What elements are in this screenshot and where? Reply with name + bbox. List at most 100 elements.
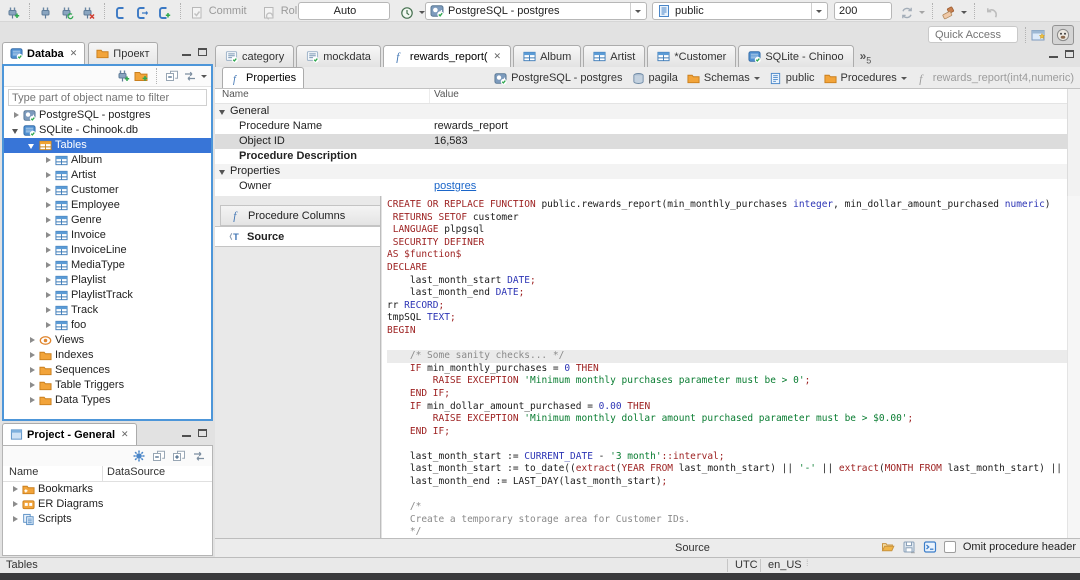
tree-item-table-triggers[interactable]: Table Triggers <box>4 378 211 393</box>
breadcrumb-postgresql-postgres[interactable]: PostgreSQL - postgres <box>494 72 623 85</box>
connection-combo[interactable]: PostgreSQL - postgres <box>425 2 647 20</box>
tree-item-foo[interactable]: foo <box>4 318 211 333</box>
tree-item-invoice[interactable]: Invoice <box>4 228 211 243</box>
twistie-icon[interactable] <box>44 291 53 300</box>
twistie-icon[interactable] <box>44 246 53 255</box>
brush-dropdown-arrow[interactable] <box>961 11 968 14</box>
twistie-icon[interactable] <box>28 381 37 390</box>
maximize-project-icon[interactable] <box>198 429 207 437</box>
reconnect-icon[interactable] <box>58 2 76 20</box>
tree-item-mediatype[interactable]: MediaType <box>4 258 211 273</box>
commit-icon[interactable] <box>188 2 206 20</box>
tree-item-postgresql-postgres[interactable]: PostgreSQL - postgres <box>4 108 211 123</box>
twistie-icon[interactable] <box>44 276 53 285</box>
tree-item-employee[interactable]: Employee <box>4 198 211 213</box>
sql-editor-icon[interactable] <box>112 2 130 20</box>
side-tab-procedure-columns[interactable]: f Procedure Columns <box>220 205 380 226</box>
status-timezone[interactable]: UTC <box>735 559 758 571</box>
breadcrumb-rewards-report-int4-numeric[interactable]: f rewards_report(int4,numeric) <box>916 72 1074 85</box>
gear-icon[interactable] <box>132 449 146 463</box>
twistie-icon[interactable] <box>11 515 20 524</box>
project-item-scripts[interactable]: Scripts <box>3 512 212 527</box>
breadcrumb-dropdown-arrow[interactable] <box>900 76 907 80</box>
schema-combo[interactable]: public <box>652 2 828 20</box>
perspective-editor-button[interactable] <box>1027 25 1049 45</box>
twistie-icon[interactable] <box>11 500 20 509</box>
twistie-icon[interactable] <box>44 201 53 210</box>
side-tab-source[interactable]: T Source <box>215 226 380 247</box>
close-database-tab-icon[interactable]: ✕ <box>70 48 78 59</box>
tree-item-album[interactable]: Album <box>4 153 211 168</box>
tree-item-playlisttrack[interactable]: PlaylistTrack <box>4 288 211 303</box>
twistie-icon[interactable] <box>28 336 37 345</box>
plug-icon[interactable] <box>37 2 55 20</box>
navigator-filter-input[interactable] <box>8 89 207 106</box>
save-to-file-icon[interactable] <box>902 540 916 554</box>
twistie-icon[interactable] <box>28 351 37 360</box>
breadcrumb-dropdown-arrow[interactable] <box>753 76 760 80</box>
sql-editor-new-icon[interactable] <box>155 2 173 20</box>
navigator-menu-arrow[interactable] <box>201 74 207 78</box>
grid-col-name[interactable]: Name <box>215 89 430 103</box>
twistie-icon[interactable] <box>219 167 228 176</box>
sync-icon[interactable] <box>898 2 916 20</box>
tree-item-playlist[interactable]: Playlist <box>4 273 211 288</box>
grid-scrollbar[interactable] <box>1067 89 1080 196</box>
minimize-project-icon[interactable] <box>182 429 191 437</box>
breadcrumb-schemas[interactable]: Schemas <box>687 72 760 85</box>
close-tab-icon[interactable]: ✕ <box>494 51 502 62</box>
tree-item-genre[interactable]: Genre <box>4 213 211 228</box>
tab-project-navigator[interactable]: Проект <box>88 42 158 64</box>
tree-item-sequences[interactable]: Sequences <box>4 363 211 378</box>
tree-item-data-types[interactable]: Data Types <box>4 393 211 408</box>
rollback-icon[interactable] <box>260 2 278 20</box>
editor-tab-mockdata[interactable]: mockdata <box>296 45 381 67</box>
twistie-icon[interactable] <box>44 261 53 270</box>
minimize-editor-icon[interactable] <box>1049 50 1058 58</box>
editor-tab-customer[interactable]: *Customer <box>647 45 737 67</box>
tree-item-tables[interactable]: Tables <box>4 138 211 153</box>
sql-editor-recent-icon[interactable] <box>133 2 151 20</box>
status-locale[interactable]: en_US <box>768 559 802 571</box>
twistie-icon[interactable] <box>44 216 53 225</box>
sync-dropdown-arrow[interactable] <box>919 11 926 14</box>
twistie-icon[interactable] <box>44 306 53 315</box>
tree-item-sqlite-chinook-db[interactable]: SQLite - Chinook.db <box>4 123 211 138</box>
twistie-icon[interactable] <box>28 141 37 150</box>
tab-properties[interactable]: f Properties <box>222 67 305 88</box>
project-link-icon[interactable] <box>192 449 206 463</box>
load-from-file-icon[interactable] <box>881 540 895 554</box>
breadcrumb-procedures[interactable]: Procedures <box>823 72 907 85</box>
editor-tab-rewards-report[interactable]: f rewards_report(✕ <box>382 45 512 67</box>
twistie-icon[interactable] <box>44 156 53 165</box>
tree-item-artist[interactable]: Artist <box>4 168 211 183</box>
tree-item-customer[interactable]: Customer <box>4 183 211 198</box>
tree-item-invoiceline[interactable]: InvoiceLine <box>4 243 211 258</box>
grid-row-properties[interactable]: Properties <box>215 164 1067 179</box>
perspective-dbeaver-button[interactable] <box>1052 25 1074 45</box>
editor-tab-artist[interactable]: Artist <box>583 45 646 67</box>
twistie-icon[interactable] <box>44 171 53 180</box>
commit-button[interactable]: Commit <box>209 5 247 17</box>
grid-row-procedure-description[interactable]: Procedure Description <box>215 149 1067 164</box>
maximize-editor-icon[interactable] <box>1065 50 1074 58</box>
owner-link[interactable]: postgres <box>434 180 476 192</box>
editor-tab-sqlite-chinoo[interactable]: SQLite - Chinoo <box>738 45 854 67</box>
open-console-icon[interactable] <box>923 540 937 554</box>
twistie-icon[interactable] <box>28 366 37 375</box>
grid-col-value[interactable]: Value <box>430 89 459 103</box>
source-viewer[interactable]: CREATE OR REPLACE FUNCTION public.reward… <box>382 196 1080 538</box>
twistie-icon[interactable] <box>28 396 37 405</box>
new-folder-icon[interactable] <box>134 69 148 83</box>
tree-item-indexes[interactable]: Indexes <box>4 348 211 363</box>
grid-row-object-id[interactable]: Object ID 16,583 <box>215 134 1067 149</box>
collapse-all-icon[interactable] <box>165 69 179 83</box>
grid-row-procedure-name[interactable]: Procedure Name rewards_report <box>215 119 1067 134</box>
fetch-size-input[interactable]: 200 <box>834 2 892 20</box>
omit-header-checkbox[interactable] <box>943 541 956 553</box>
grid-row-general[interactable]: General <box>215 104 1067 119</box>
new-connection-icon[interactable] <box>116 69 130 83</box>
project-col-datasource[interactable]: DataSource <box>103 466 165 481</box>
disconnect-icon[interactable] <box>79 2 97 20</box>
twistie-icon[interactable] <box>44 186 53 195</box>
